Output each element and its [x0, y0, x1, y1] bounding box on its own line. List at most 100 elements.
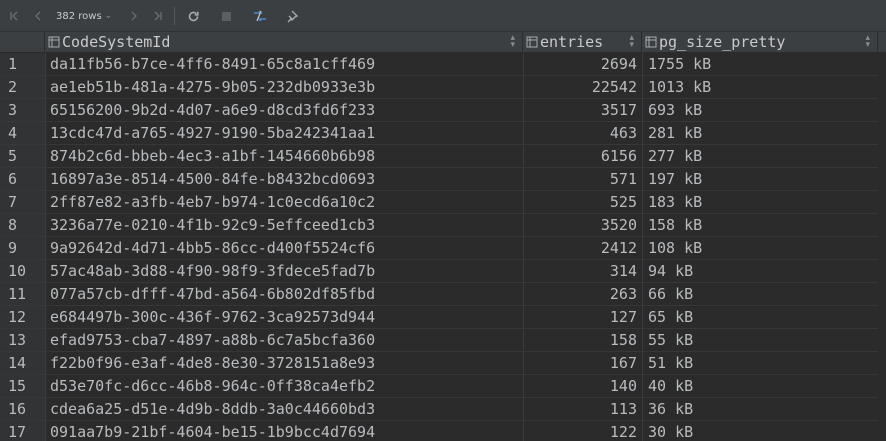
table-row[interactable]: 11 077a57cb-dfff-47bd-a564-6b802df85fbd 26…: [0, 283, 886, 306]
cell-pg-size-pretty[interactable]: 281 kB: [642, 122, 878, 144]
chevron-down-icon: ⌄: [104, 11, 113, 21]
column-header-pg-size-pretty[interactable]: pg_size_pretty ▴ ▾: [642, 32, 878, 52]
cell-codesystemid[interactable]: 2ff87e82-a3fb-4eb7-b974-1c0ecd6a10c2: [45, 191, 523, 213]
cell-codesystemid[interactable]: e684497b-300c-436f-9762-3ca92573d944: [45, 306, 523, 328]
table-row[interactable]: 12 e684497b-300c-436f-9762-3ca92573d944 12…: [0, 306, 886, 329]
table-row[interactable]: 4 13cdc47d-a765-4927-9190-5ba242341aa1 463…: [0, 122, 886, 145]
table-row[interactable]: 13 efad9753-cba7-4897-a88b-6c7a5bcfa360 15…: [0, 329, 886, 352]
cell-entries[interactable]: 463: [523, 122, 642, 144]
cell-entries[interactable]: 113: [523, 398, 642, 420]
column-header-entries[interactable]: entries ▴ ▾: [523, 32, 642, 52]
cell-pg-size-pretty[interactable]: 30 kB: [642, 421, 878, 441]
refresh-icon[interactable]: [182, 0, 204, 32]
row-number-header: [0, 32, 45, 52]
table-row[interactable]: 9 9a92642d-4d71-4bb5-86cc-d400f5524cf6 241…: [0, 237, 886, 260]
stop-icon[interactable]: [216, 0, 236, 32]
table-row[interactable]: 1 da11fb56-b7ce-4ff6-8491-65c8a1cff469 269…: [0, 53, 886, 76]
cell-codesystemid[interactable]: 65156200-9b2d-4d07-a6e9-d8cd3fd6f233: [45, 99, 523, 121]
column-header-label: pg_size_pretty: [659, 33, 786, 51]
cell-pg-size-pretty[interactable]: 36 kB: [642, 398, 878, 420]
table-row[interactable]: 6 16897a3e-8514-4500-84fe-b8432bcd0693 571…: [0, 168, 886, 191]
row-number: 15: [0, 375, 45, 397]
cell-entries[interactable]: 3520: [523, 214, 642, 236]
cell-entries[interactable]: 3517: [523, 99, 642, 121]
cell-pg-size-pretty[interactable]: 55 kB: [642, 329, 878, 351]
pin-icon[interactable]: [281, 0, 301, 32]
cell-codesystemid[interactable]: 3236a77e-0210-4f1b-92c9-5effceed1cb3: [45, 214, 523, 236]
row-number: 11: [0, 283, 45, 305]
sort-icon[interactable]: ▴ ▾: [865, 34, 870, 50]
table-row[interactable]: 2 ae1eb51b-481a-4275-9b05-232db0933e3b 225…: [0, 76, 886, 99]
cell-pg-size-pretty[interactable]: 65 kB: [642, 306, 878, 328]
cell-entries[interactable]: 314: [523, 260, 642, 282]
cell-codesystemid[interactable]: efad9753-cba7-4897-a88b-6c7a5bcfa360: [45, 329, 523, 351]
table-row[interactable]: 3 65156200-9b2d-4d07-a6e9-d8cd3fd6f233 351…: [0, 99, 886, 122]
row-count-selector[interactable]: 382 rows ⌄: [56, 9, 112, 23]
cell-pg-size-pretty[interactable]: 183 kB: [642, 191, 878, 213]
cell-codesystemid[interactable]: 13cdc47d-a765-4927-9190-5ba242341aa1: [45, 122, 523, 144]
row-number: 7: [0, 191, 45, 213]
cell-entries[interactable]: 2412: [523, 237, 642, 259]
cell-codesystemid[interactable]: 16897a3e-8514-4500-84fe-b8432bcd0693: [45, 168, 523, 190]
table-row[interactable]: 17 091aa7b9-21bf-4604-be15-1b9bcc4d7694 12…: [0, 421, 886, 441]
cell-pg-size-pretty[interactable]: 40 kB: [642, 375, 878, 397]
cell-entries[interactable]: 6156: [523, 145, 642, 167]
column-icon: [48, 36, 60, 48]
cell-codesystemid[interactable]: 874b2c6d-bbeb-4ec3-a1bf-1454660b6b98: [45, 145, 523, 167]
cell-entries[interactable]: 122: [523, 421, 642, 441]
cell-entries[interactable]: 158: [523, 329, 642, 351]
sort-icon[interactable]: ▴ ▾: [629, 34, 634, 50]
row-number: 6: [0, 168, 45, 190]
table-row[interactable]: 14 f22b0f96-e3af-4de8-8e30-3728151a8e93 16…: [0, 352, 886, 375]
results-toolbar: 382 rows ⌄: [0, 0, 886, 32]
row-number: 16: [0, 398, 45, 420]
compare-icon[interactable]: [248, 0, 272, 32]
prev-page-icon[interactable]: [28, 0, 48, 32]
cell-entries[interactable]: 22542: [523, 76, 642, 98]
vertical-scrollbar[interactable]: [878, 53, 886, 441]
sort-icon[interactable]: ▴ ▾: [510, 34, 515, 50]
cell-pg-size-pretty[interactable]: 158 kB: [642, 214, 878, 236]
table-row[interactable]: 15 d53e70fc-d6cc-46b8-964c-0ff38ca4efb2 14…: [0, 375, 886, 398]
table-row[interactable]: 7 2ff87e82-a3fb-4eb7-b974-1c0ecd6a10c2 525…: [0, 191, 886, 214]
column-header-codesystemid[interactable]: CodeSystemId ▴ ▾: [45, 32, 523, 52]
cell-codesystemid[interactable]: da11fb56-b7ce-4ff6-8491-65c8a1cff469: [45, 53, 523, 75]
cell-pg-size-pretty[interactable]: 197 kB: [642, 168, 878, 190]
column-header-label: CodeSystemId: [62, 33, 171, 51]
table-row[interactable]: 5 874b2c6d-bbeb-4ec3-a1bf-1454660b6b98 615…: [0, 145, 886, 168]
cell-pg-size-pretty[interactable]: 51 kB: [642, 352, 878, 374]
cell-pg-size-pretty[interactable]: 1013 kB: [642, 76, 878, 98]
cell-entries[interactable]: 2694: [523, 53, 642, 75]
toolbar-divider: [174, 7, 175, 25]
first-page-icon[interactable]: [4, 0, 24, 32]
cell-pg-size-pretty[interactable]: 1755 kB: [642, 53, 878, 75]
cell-pg-size-pretty[interactable]: 108 kB: [642, 237, 878, 259]
cell-entries[interactable]: 167: [523, 352, 642, 374]
row-number: 8: [0, 214, 45, 236]
cell-pg-size-pretty[interactable]: 693 kB: [642, 99, 878, 121]
cell-entries[interactable]: 525: [523, 191, 642, 213]
cell-codesystemid[interactable]: ae1eb51b-481a-4275-9b05-232db0933e3b: [45, 76, 523, 98]
cell-codesystemid[interactable]: f22b0f96-e3af-4de8-8e30-3728151a8e93: [45, 352, 523, 374]
result-grid: 1 da11fb56-b7ce-4ff6-8491-65c8a1cff469 269…: [0, 53, 886, 441]
cell-codesystemid[interactable]: d53e70fc-d6cc-46b8-964c-0ff38ca4efb2: [45, 375, 523, 397]
table-row[interactable]: 8 3236a77e-0210-4f1b-92c9-5effceed1cb3 352…: [0, 214, 886, 237]
cell-pg-size-pretty[interactable]: 94 kB: [642, 260, 878, 282]
cell-entries[interactable]: 127: [523, 306, 642, 328]
cell-entries[interactable]: 571: [523, 168, 642, 190]
cell-codesystemid[interactable]: 9a92642d-4d71-4bb5-86cc-d400f5524cf6: [45, 237, 523, 259]
cell-codesystemid[interactable]: cdea6a25-d51e-4d9b-8ddb-3a0c44660bd3: [45, 398, 523, 420]
cell-codesystemid[interactable]: 091aa7b9-21bf-4604-be15-1b9bcc4d7694: [45, 421, 523, 441]
next-page-icon[interactable]: [124, 0, 144, 32]
row-number: 10: [0, 260, 45, 282]
cell-pg-size-pretty[interactable]: 277 kB: [642, 145, 878, 167]
cell-pg-size-pretty[interactable]: 66 kB: [642, 283, 878, 305]
cell-codesystemid[interactable]: 57ac48ab-3d88-4f90-98f9-3fdece5fad7b: [45, 260, 523, 282]
cell-entries[interactable]: 140: [523, 375, 642, 397]
table-row[interactable]: 16 cdea6a25-d51e-4d9b-8ddb-3a0c44660bd3 11…: [0, 398, 886, 421]
table-row[interactable]: 10 57ac48ab-3d88-4f90-98f9-3fdece5fad7b 31…: [0, 260, 886, 283]
cell-codesystemid[interactable]: 077a57cb-dfff-47bd-a564-6b802df85fbd: [45, 283, 523, 305]
cell-entries[interactable]: 263: [523, 283, 642, 305]
last-page-icon[interactable]: [148, 0, 168, 32]
row-number: 17: [0, 421, 45, 441]
